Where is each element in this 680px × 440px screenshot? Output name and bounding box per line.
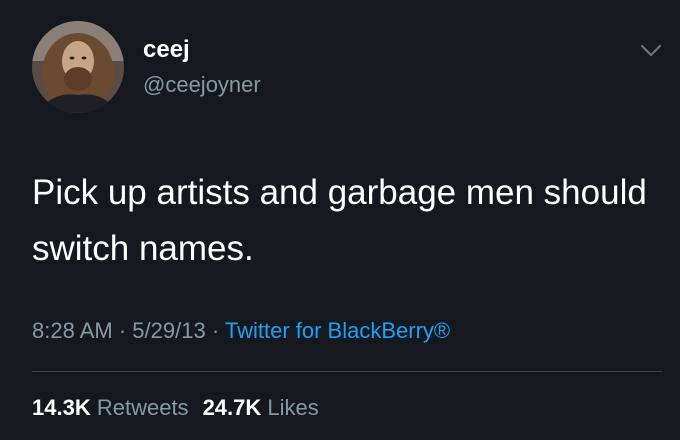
tweet-stats: 14.3K Retweets 24.7K Likes	[32, 393, 319, 423]
retweets-count: 14.3K	[32, 395, 91, 420]
likes-count: 24.7K	[202, 395, 262, 420]
retweets-label: Retweets	[96, 395, 189, 420]
tweet-text: Pick up artists and garbage men should s…	[32, 173, 647, 268]
author-handle[interactable]: @ceejoyner	[143, 72, 261, 98]
likes-label: Likes	[267, 395, 319, 420]
chevron-down-icon[interactable]	[636, 37, 666, 63]
author-display-name[interactable]: ceej	[143, 36, 190, 64]
retweets-stat[interactable]: 14.3K Retweets	[32, 395, 189, 420]
tweet-time[interactable]: 8:28 AM	[32, 318, 113, 343]
tweet-date[interactable]: 5/29/13	[132, 318, 205, 343]
meta-separator: ·	[211, 318, 220, 343]
divider	[32, 371, 662, 372]
avatar-photo	[32, 21, 124, 113]
meta-separator: ·	[118, 318, 127, 343]
tweet-card: ceej @ceejoyner Pick up artists and garb…	[0, 0, 680, 440]
tweet-metadata: 8:28 AM · 5/29/13 · Twitter for BlackBer…	[32, 316, 450, 346]
avatar[interactable]	[32, 21, 124, 113]
tweet-source-link[interactable]: Twitter for BlackBerry®	[225, 318, 450, 343]
likes-stat[interactable]: 24.7K Likes	[203, 395, 319, 420]
